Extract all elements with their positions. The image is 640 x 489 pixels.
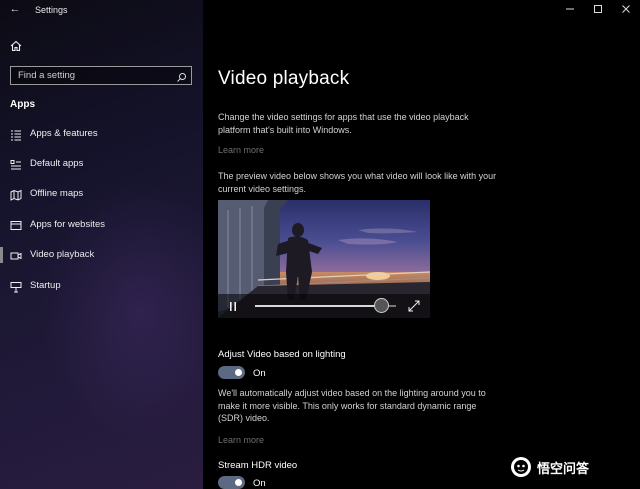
sidebar-item-label: Default apps bbox=[30, 158, 84, 169]
page-title: Video playback bbox=[218, 68, 350, 89]
default-apps-icon bbox=[10, 158, 22, 170]
search-box[interactable] bbox=[10, 66, 192, 85]
sidebar-item-offline-maps[interactable]: Offline maps bbox=[0, 183, 203, 205]
adjust-video-toggle-label: On bbox=[253, 368, 266, 379]
sidebar-item-label: Video playback bbox=[30, 249, 95, 260]
hdr-toggle[interactable] bbox=[218, 476, 245, 489]
expand-icon[interactable] bbox=[408, 300, 420, 312]
adjust-video-toggle[interactable] bbox=[218, 366, 245, 379]
sidebar-item-label: Apps for websites bbox=[30, 219, 105, 230]
section-title-apps: Apps bbox=[10, 99, 35, 110]
apps-features-icon bbox=[10, 128, 22, 141]
hdr-heading: Stream HDR video bbox=[218, 460, 298, 471]
adjust-video-description: We'll automatically adjust video based o… bbox=[218, 388, 486, 423]
main-content: Video playback Change the video settings… bbox=[203, 0, 640, 489]
sidebar: ← Settings Apps Apps & features bbox=[0, 0, 203, 489]
sidebar-item-label: Startup bbox=[30, 280, 61, 291]
preview-description: The preview video below shows you what v… bbox=[218, 171, 497, 194]
home-icon[interactable] bbox=[9, 39, 23, 53]
maximize-icon[interactable] bbox=[584, 0, 612, 18]
video-icon bbox=[10, 249, 22, 261]
sidebar-item-label: Offline maps bbox=[30, 188, 84, 199]
back-arrow-icon[interactable]: ← bbox=[8, 2, 22, 16]
toggle-knob bbox=[235, 479, 242, 486]
minimize-icon[interactable] bbox=[556, 0, 584, 18]
sidebar-item-startup[interactable]: Startup bbox=[0, 275, 203, 297]
sidebar-item-default-apps[interactable]: Default apps bbox=[0, 153, 203, 175]
search-input[interactable] bbox=[11, 67, 171, 84]
watermark-text: 悟空问答 bbox=[537, 460, 590, 476]
sidebar-item-label: Apps & features bbox=[30, 128, 98, 139]
seek-thumb[interactable] bbox=[374, 298, 389, 313]
title-bar: ← Settings bbox=[0, 0, 203, 20]
video-preview[interactable] bbox=[218, 200, 430, 318]
search-icon[interactable] bbox=[176, 70, 187, 82]
toggle-knob bbox=[235, 369, 242, 376]
intro-text: Change the video settings for apps that … bbox=[218, 112, 469, 135]
sidebar-item-apps-for-websites[interactable]: Apps for websites bbox=[0, 214, 203, 236]
wukong-logo-icon bbox=[510, 456, 532, 478]
learn-more-link[interactable]: Learn more bbox=[218, 145, 264, 155]
pause-icon[interactable] bbox=[228, 301, 238, 312]
adjust-video-heading: Adjust Video based on lighting bbox=[218, 349, 346, 360]
close-icon[interactable] bbox=[612, 0, 640, 18]
window-title: Settings bbox=[35, 5, 68, 15]
map-icon bbox=[10, 188, 22, 201]
startup-icon bbox=[10, 280, 22, 293]
hdr-toggle-label: On bbox=[253, 478, 266, 489]
window-controls bbox=[556, 0, 640, 18]
web-apps-icon bbox=[10, 219, 22, 231]
watermark: 悟空问答 bbox=[510, 455, 589, 479]
sidebar-item-apps-features[interactable]: Apps & features bbox=[0, 123, 203, 145]
adjust-learn-more-link[interactable]: Learn more bbox=[218, 435, 264, 445]
video-controls bbox=[218, 294, 430, 318]
sidebar-item-video-playback[interactable]: Video playback bbox=[0, 244, 203, 266]
seek-bar[interactable] bbox=[255, 305, 382, 307]
